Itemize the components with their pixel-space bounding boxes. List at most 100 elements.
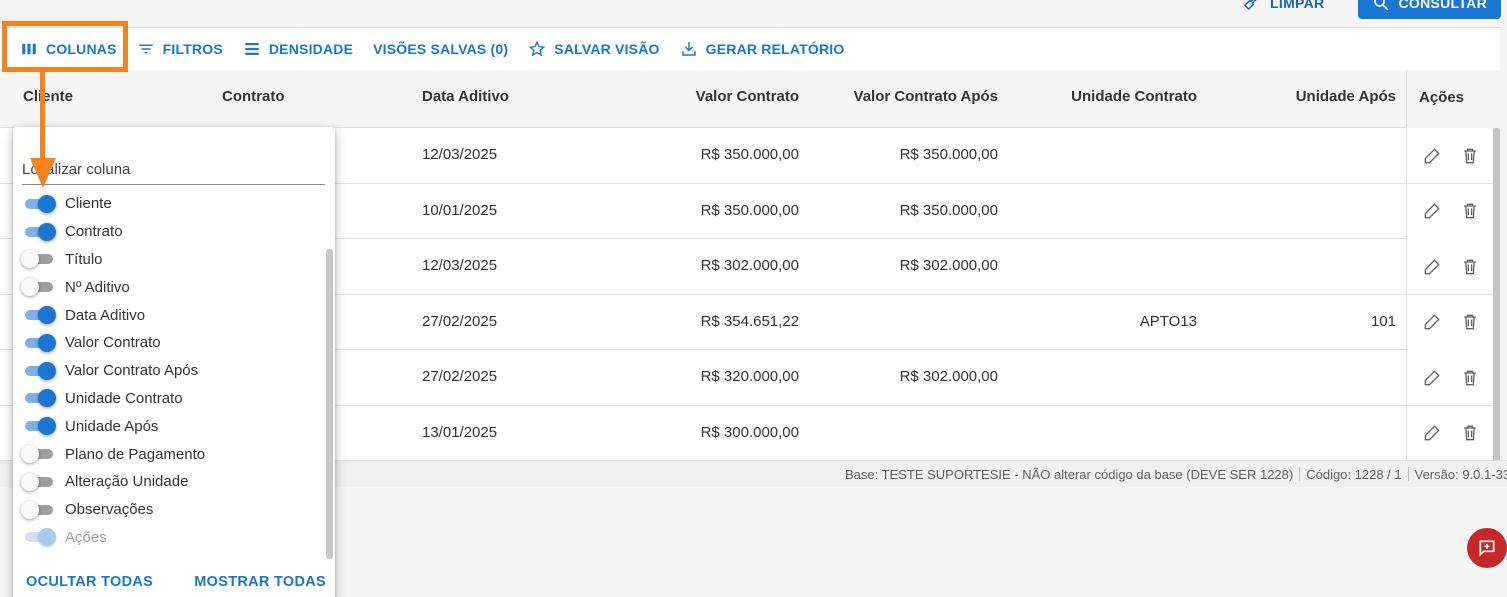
- save-view-label: SALVAR VISÃO: [554, 41, 660, 57]
- limpar-button[interactable]: LIMPAR: [1238, 0, 1328, 18]
- column-toggle-item[interactable]: Unidade Após: [23, 412, 205, 440]
- save-view-button[interactable]: SALVAR VISÃO: [528, 40, 659, 58]
- cell-unidade-apos: [1200, 350, 1396, 405]
- column-toggle-item[interactable]: Alteração Unidade: [21, 468, 205, 496]
- toggle-switch[interactable]: [23, 306, 56, 325]
- column-toggle-item[interactable]: Cliente: [23, 190, 205, 218]
- edit-icon[interactable]: [1422, 312, 1442, 332]
- cell-unidade-apos: [1200, 406, 1396, 461]
- column-toggle-item[interactable]: Unidade Contrato: [23, 385, 205, 413]
- edit-icon[interactable]: [1422, 201, 1442, 221]
- edit-icon[interactable]: [1422, 257, 1442, 277]
- column-toggle-item[interactable]: Contrato: [23, 218, 205, 246]
- generate-report-label: GERAR RELATÓRIO: [705, 41, 845, 57]
- row-actions: [1406, 128, 1500, 183]
- column-toggle-item[interactable]: Plano de Pagamento: [21, 440, 206, 468]
- columns-panel: Cliente Contrato Título Nº Aditivo Data Adit…: [13, 127, 335, 597]
- toggle-switch[interactable]: [23, 389, 56, 408]
- delete-icon[interactable]: [1460, 312, 1480, 332]
- search-icon: [1374, 0, 1389, 10]
- header-valor-contrato[interactable]: Valor Contrato: [600, 70, 799, 128]
- column-search-input[interactable]: [22, 155, 325, 183]
- top-actions: LIMPAR CONSULTAR: [1238, 0, 1501, 19]
- toggle-switch[interactable]: [21, 472, 55, 491]
- show-all-button[interactable]: MOSTRAR TODAS: [194, 574, 326, 590]
- cell-valor-contrato-apos: R$ 302.000,00: [899, 257, 998, 275]
- delete-icon[interactable]: [1460, 146, 1480, 166]
- density-icon: [245, 43, 259, 55]
- header-data-aditivo[interactable]: Data Aditivo: [422, 70, 509, 128]
- grid-scrollbar[interactable]: [1493, 128, 1500, 461]
- cell-unidade-contrato: [1000, 350, 1197, 405]
- column-toggle-label: Data Aditivo: [65, 306, 146, 324]
- column-toggle-item[interactable]: Data Aditivo: [23, 301, 205, 329]
- cell-unidade-apos: [1200, 239, 1396, 294]
- toggle-switch[interactable]: [21, 500, 55, 519]
- toggle-switch[interactable]: [23, 361, 56, 380]
- header-acoes: Ações: [1406, 70, 1500, 128]
- edit-icon[interactable]: [1422, 146, 1442, 166]
- column-toggle-label: Unidade Contrato: [65, 389, 183, 407]
- cell-unidade-contrato: [1000, 184, 1197, 239]
- cell-unidade-contrato: [1000, 128, 1197, 183]
- header-valor-contrato-apos[interactable]: Valor Contrato Após: [800, 70, 998, 128]
- toggle-switch[interactable]: [21, 445, 55, 464]
- column-toggle-item[interactable]: Nº Aditivo: [21, 273, 205, 301]
- panel-scrollbar[interactable]: [326, 249, 333, 559]
- row-actions: [1406, 294, 1500, 350]
- delete-icon[interactable]: [1460, 423, 1480, 443]
- row-actions: [1406, 405, 1500, 461]
- toggle-switch[interactable]: [23, 194, 56, 213]
- row-actions: [1406, 183, 1500, 239]
- delete-icon[interactable]: [1460, 368, 1480, 388]
- cell-valor-contrato-apos: [800, 406, 998, 461]
- cell-unidade-contrato: APTO13: [1139, 312, 1197, 330]
- consultar-button[interactable]: CONSULTAR: [1358, 0, 1501, 19]
- toggle-switch[interactable]: [23, 222, 56, 241]
- toggle-switch[interactable]: [23, 333, 56, 352]
- broom-icon: [1243, 0, 1257, 10]
- column-toggle-item[interactable]: Valor Contrato Após: [23, 357, 205, 385]
- delete-icon[interactable]: [1460, 257, 1480, 277]
- cell-valor-contrato: R$ 320.000,00: [700, 368, 799, 386]
- column-search: [22, 155, 325, 185]
- column-toggle-label: Valor Contrato Após: [65, 362, 199, 380]
- toggle-switch[interactable]: [21, 250, 55, 269]
- edit-icon[interactable]: [1422, 368, 1442, 388]
- page: LIMPAR CONSULTAR COLUNAS FILTROS DENSIDA…: [0, 0, 1507, 597]
- cell-data-aditivo: 12/03/2025: [422, 257, 498, 275]
- delete-icon[interactable]: [1460, 201, 1480, 221]
- column-toggle-item[interactable]: Título: [21, 246, 205, 274]
- columns-label: COLUNAS: [46, 41, 117, 57]
- saved-views-button[interactable]: VISÕES SALVAS (0): [373, 41, 508, 57]
- table-header: Cliente Contrato Data Aditivo Valor Cont…: [0, 70, 1500, 128]
- grid-toolbar: COLUNAS FILTROS DENSIDADE VISÕES SALVAS …: [0, 28, 1500, 70]
- cell-valor-contrato-apos: R$ 350.000,00: [899, 201, 998, 219]
- generate-report-button[interactable]: GERAR RELATÓRIO: [680, 40, 845, 58]
- filters-label: FILTROS: [162, 41, 223, 57]
- column-toggle-label: Plano de Pagamento: [65, 445, 206, 463]
- chat-button[interactable]: [1467, 528, 1507, 568]
- toggle-switch[interactable]: [23, 417, 56, 436]
- column-toggle-label: Cliente: [65, 195, 112, 213]
- header-unidade-contrato[interactable]: Unidade Contrato: [1000, 70, 1197, 128]
- cell-unidade-apos: [1200, 128, 1396, 183]
- cell-unidade-contrato: [1000, 406, 1197, 461]
- column-toggle-label: Contrato: [65, 223, 123, 241]
- column-toggle-item[interactable]: Observações: [21, 496, 205, 524]
- cell-data-aditivo: 12/03/2025: [422, 146, 498, 163]
- header-contrato[interactable]: Contrato: [222, 70, 285, 128]
- density-button[interactable]: DENSIDADE: [243, 40, 353, 58]
- chat-icon: [1479, 540, 1495, 557]
- hide-all-button[interactable]: OCULTAR TODAS: [26, 574, 153, 590]
- density-label: DENSIDADE: [268, 41, 354, 57]
- filters-button[interactable]: FILTROS: [137, 40, 223, 58]
- toggle-switch[interactable]: [21, 278, 55, 297]
- cell-valor-contrato: R$ 350.000,00: [700, 201, 799, 219]
- header-unidade-apos[interactable]: Unidade Após: [1200, 70, 1396, 128]
- column-toggle-item[interactable]: Valor Contrato: [23, 329, 205, 357]
- columns-button[interactable]: COLUNAS: [20, 40, 117, 58]
- header-cliente[interactable]: Cliente: [23, 70, 73, 128]
- edit-icon[interactable]: [1422, 423, 1442, 443]
- footer-codigo: Código: 1228 / 1: [1306, 467, 1402, 482]
